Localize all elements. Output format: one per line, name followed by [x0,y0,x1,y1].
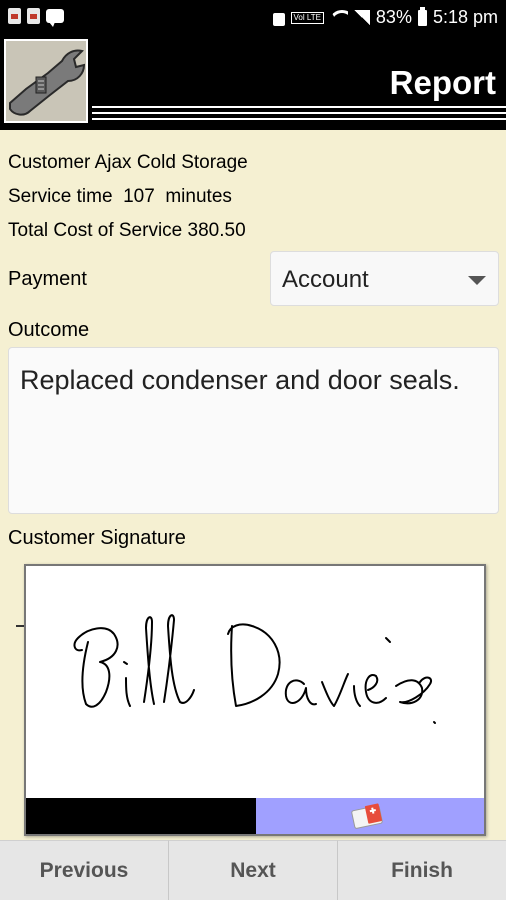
notification-area [8,8,64,27]
clock: 5:18 pm [432,7,498,27]
document-notification-icon [8,8,21,24]
document-notification-icon [27,8,40,24]
eraser-icon[interactable] [351,802,385,830]
app-header: Report [0,34,506,130]
battery-icon [417,6,427,26]
header-divider [92,118,506,120]
payment-select[interactable]: Account [270,251,499,306]
signature-pad[interactable] [24,564,486,836]
handwritten-signature [73,614,436,724]
service-time-label: Service time [8,186,113,207]
customer-value: Ajax Cold Storage [94,152,248,173]
finish-button[interactable]: Finish [338,840,506,900]
cell-signal-icon [353,10,370,25]
service-time-unit: minutes [165,186,232,207]
header-divider [92,106,506,108]
battery-percentage: 83% [375,7,412,27]
chevron-down-icon [468,276,486,285]
next-button[interactable]: Next [169,840,338,900]
service-time-line: Service time 107 minutes [8,186,232,208]
header-divider [92,112,506,114]
volte-icon: Vol LTE [290,11,324,24]
outcome-label: Outcome [8,319,90,341]
payment-label: Payment [8,268,87,290]
wifi-icon [330,10,348,26]
signature-toolbar-left [26,798,256,834]
wrench-logo-icon [2,37,90,125]
customer-line: Customer Ajax Cold Storage [8,152,248,174]
message-notification-icon [46,9,64,27]
bottom-navigation: Previous Next Finish [0,840,506,900]
customer-label: Customer [8,152,91,173]
system-status: Vol LTE 83% 5:18 pm [272,6,498,28]
total-cost-label: Total Cost of Service [8,220,183,241]
service-time-value: 107 [123,186,155,207]
customer-signature-label: Customer Signature [8,527,186,549]
outcome-textarea[interactable]: Replaced condenser and door seals. [8,347,499,514]
total-cost-value: 380.50 [187,220,246,241]
status-bar: Vol LTE 83% 5:18 pm [0,0,506,34]
payment-selected-value: Account [282,266,369,293]
lock-icon [272,12,285,26]
total-cost-line: Total Cost of Service 380.50 [8,220,246,242]
previous-button[interactable]: Previous [0,840,169,900]
outcome-text: Replaced condenser and door seals. [20,365,460,395]
page-title: Report [389,64,496,101]
